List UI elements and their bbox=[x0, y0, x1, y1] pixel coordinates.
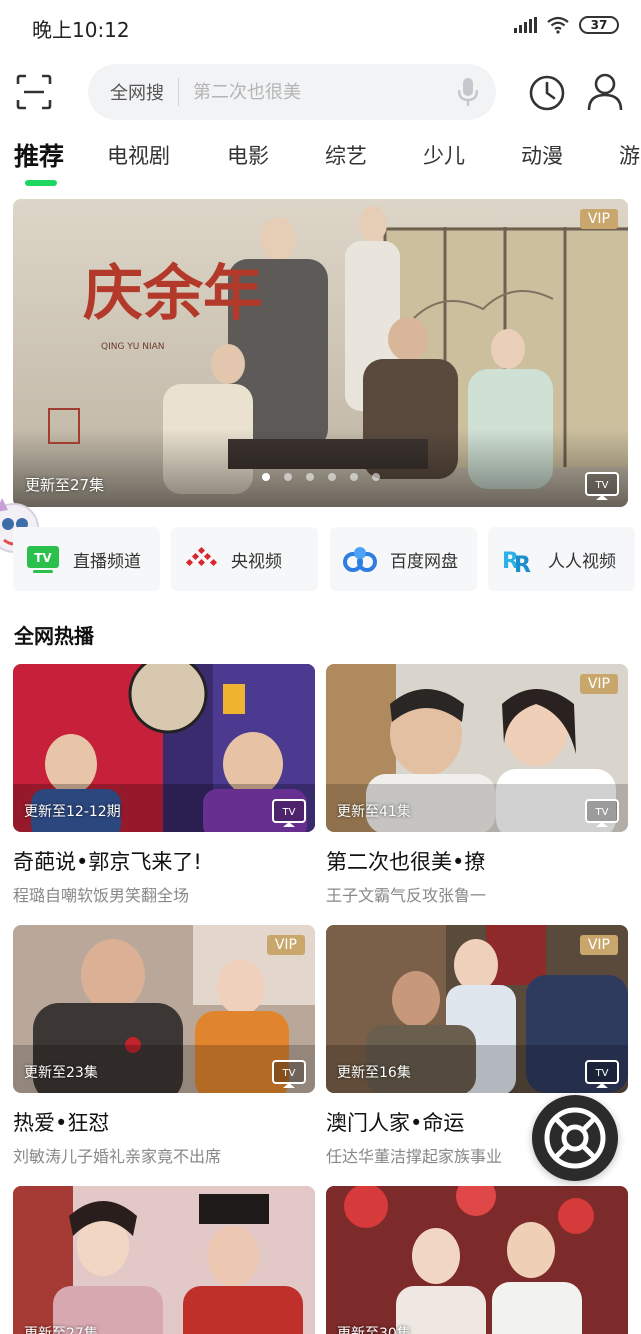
video-subtitle: 刘敏涛儿子婚礼亲家竟不出席 bbox=[13, 1147, 222, 1166]
carousel-dot[interactable] bbox=[261, 473, 270, 481]
status-icons: 37 bbox=[514, 16, 619, 34]
video-thumbnail[interactable]: 更新至12-12期 TV bbox=[13, 664, 315, 832]
vip-badge: VIP bbox=[266, 935, 305, 955]
update-label: 更新至30集 bbox=[337, 1326, 411, 1334]
header: 全网搜 bbox=[0, 62, 641, 122]
shortcut-cctv[interactable]: 央视频 bbox=[171, 527, 318, 591]
svg-text:TV: TV bbox=[282, 807, 296, 818]
carousel-dot[interactable] bbox=[283, 473, 292, 481]
video-card[interactable]: 更新至27集 bbox=[13, 1186, 315, 1334]
tv-cast-icon[interactable]: TV bbox=[271, 1059, 307, 1089]
video-thumbnail[interactable]: VIP 更新至16集 TV bbox=[326, 925, 628, 1093]
svg-text:TV: TV bbox=[595, 1068, 609, 1079]
tv-cast-icon[interactable]: TV bbox=[584, 471, 620, 501]
shortcut-label: 百度网盘 bbox=[390, 551, 458, 572]
shortcut-live-channel[interactable]: TV 直播频道 bbox=[13, 527, 160, 591]
video-thumbnail[interactable]: 更新至27集 bbox=[13, 1186, 315, 1334]
video-subtitle: 王子文霸气反攻张鲁一 bbox=[326, 886, 487, 905]
wifi-icon bbox=[547, 16, 569, 34]
tab-tv-series[interactable]: 电视剧 bbox=[107, 140, 170, 170]
microphone-icon[interactable] bbox=[456, 77, 480, 107]
status-bar: 晚上10:12 37 bbox=[0, 0, 641, 54]
update-label: 更新至41集 bbox=[337, 804, 411, 820]
video-card[interactable]: 更新至12-12期 TV 奇葩说•郭京飞来了! 程璐自嘲软饭男笑翻全场 bbox=[13, 664, 315, 906]
status-time: 晚上10:12 bbox=[32, 18, 130, 42]
banner-poster-subtitle: QING YU NIAN bbox=[101, 342, 165, 352]
vip-badge: VIP bbox=[579, 935, 618, 955]
remote-control-icon bbox=[544, 1107, 606, 1169]
svg-text:TV: TV bbox=[34, 551, 52, 565]
hero-banner[interactable]: 庆余年 QING YU NIAN VIP 更新至27集 TV bbox=[13, 199, 628, 507]
tv-cast-icon[interactable]: TV bbox=[271, 798, 307, 828]
shortcut-label: 央视频 bbox=[231, 551, 282, 572]
carousel-dot[interactable] bbox=[305, 473, 314, 481]
video-title[interactable]: 奇葩说•郭京飞来了! bbox=[13, 846, 315, 876]
video-thumbnail[interactable]: 更新至30集 bbox=[326, 1186, 628, 1334]
tv-live-icon: TV bbox=[27, 546, 59, 573]
video-title[interactable]: 热爱•狂怼 bbox=[13, 1107, 315, 1137]
video-thumbnail[interactable]: VIP 更新至23集 TV bbox=[13, 925, 315, 1093]
carousel-dot[interactable] bbox=[371, 473, 380, 481]
update-label: 更新至27集 bbox=[24, 1326, 98, 1334]
battery-indicator: 37 bbox=[579, 16, 619, 34]
svg-text:TV: TV bbox=[282, 1068, 296, 1079]
search-box[interactable]: 全网搜 bbox=[88, 64, 496, 120]
shortcut-baidu-netdisk[interactable]: 百度网盘 bbox=[330, 527, 477, 591]
carousel-dots bbox=[13, 473, 628, 481]
scan-icon[interactable] bbox=[16, 74, 52, 110]
shortcut-row: TV 直播频道 央视频 百度网盘 R R 人人视频 bbox=[13, 527, 635, 591]
search-input[interactable] bbox=[193, 81, 456, 103]
svg-text:TV: TV bbox=[595, 480, 609, 491]
shortcut-label: 直播频道 bbox=[73, 551, 141, 572]
active-tab-indicator bbox=[25, 180, 57, 186]
video-card[interactable]: 更新至30集 bbox=[326, 1186, 628, 1334]
carousel-dot[interactable] bbox=[349, 473, 358, 481]
tab-anime[interactable]: 动漫 bbox=[521, 140, 563, 170]
update-label: 更新至16集 bbox=[337, 1065, 411, 1081]
tab-movies[interactable]: 电影 bbox=[227, 140, 269, 170]
rr-video-icon: R R bbox=[502, 549, 531, 574]
video-title[interactable]: 第二次也很美•撩 bbox=[326, 846, 628, 876]
search-scope-label[interactable]: 全网搜 bbox=[88, 79, 164, 105]
tv-cast-icon[interactable]: TV bbox=[584, 798, 620, 828]
svg-text:R: R bbox=[514, 553, 531, 574]
vip-badge: VIP bbox=[579, 209, 618, 229]
update-label: 更新至23集 bbox=[24, 1065, 98, 1081]
tab-variety[interactable]: 综艺 bbox=[325, 140, 367, 170]
thumbnail-image bbox=[13, 1186, 315, 1334]
shortcut-label: 人人视频 bbox=[548, 551, 616, 572]
cctv-video-icon bbox=[185, 546, 218, 567]
tab-recommend[interactable]: 推荐 bbox=[14, 140, 64, 173]
banner-poster-title: 庆余年 bbox=[83, 259, 263, 329]
thumbnail-image bbox=[326, 1186, 628, 1334]
section-title: 全网热播 bbox=[14, 624, 94, 648]
update-label: 更新至12-12期 bbox=[24, 804, 121, 820]
tv-cast-icon[interactable]: TV bbox=[584, 1059, 620, 1089]
signal-icon bbox=[514, 17, 537, 33]
user-profile-icon[interactable] bbox=[586, 72, 624, 112]
shortcut-rr-video[interactable]: R R 人人视频 bbox=[488, 527, 635, 591]
tab-games[interactable]: 游 bbox=[619, 140, 640, 170]
baidu-netdisk-icon bbox=[343, 547, 377, 572]
carousel-dot[interactable] bbox=[327, 473, 336, 481]
video-card[interactable]: VIP 更新至23集 TV 热爱•狂怼 刘敏涛儿子婚礼亲家竟不出席 bbox=[13, 925, 315, 1167]
tab-kids[interactable]: 少儿 bbox=[423, 140, 465, 170]
banner-poster-image: 庆余年 QING YU NIAN bbox=[13, 199, 628, 507]
video-thumbnail[interactable]: VIP 更新至41集 TV bbox=[326, 664, 628, 832]
search-divider bbox=[178, 78, 179, 106]
history-icon[interactable] bbox=[528, 74, 566, 112]
vip-badge: VIP bbox=[579, 674, 618, 694]
svg-text:TV: TV bbox=[595, 807, 609, 818]
video-card[interactable]: VIP 更新至41集 TV 第二次也很美•撩 王子文霸气反攻张鲁一 bbox=[326, 664, 628, 906]
video-subtitle: 程璐自嘲软饭男笑翻全场 bbox=[13, 886, 190, 905]
remote-control-button[interactable] bbox=[532, 1095, 618, 1181]
category-tabs: 推荐 电视剧 电影 综艺 少儿 动漫 游 bbox=[0, 140, 641, 190]
